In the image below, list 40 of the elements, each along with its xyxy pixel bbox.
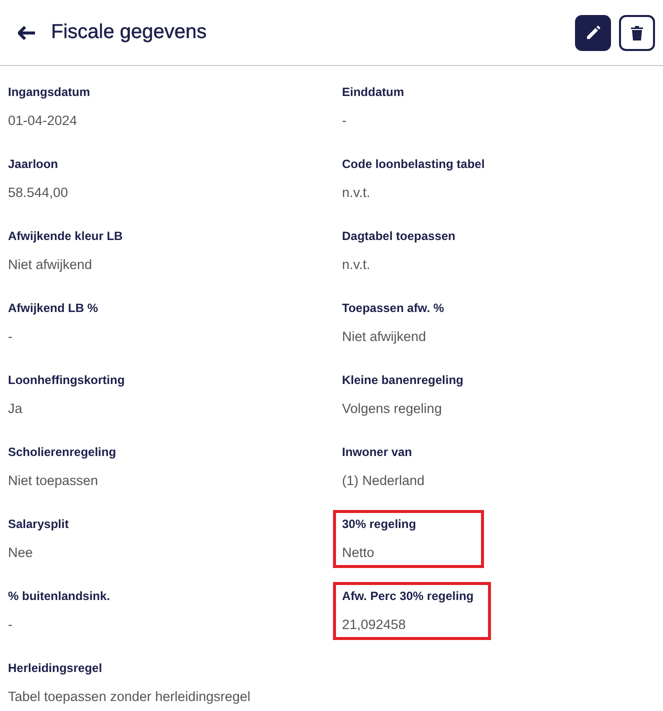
field-value: 21,092458 — [342, 617, 407, 633]
delete-button[interactable] — [619, 14, 655, 50]
field-label: Dagtabel toepassen — [342, 228, 456, 244]
field-value: n.v.t. — [342, 257, 372, 273]
field-value: (1) Nederland — [342, 473, 426, 489]
field-label: Salarysplit — [8, 516, 70, 532]
field-label: Code loonbelasting tabel — [342, 156, 485, 172]
field-label: Ingangsdatum — [8, 84, 92, 100]
field-value: Niet toepassen — [8, 473, 100, 489]
field-value: Volgens regeling — [342, 401, 443, 417]
field-value: 01-04-2024 — [8, 113, 78, 129]
field-label: Afwijkend LB % — [8, 300, 100, 316]
back-arrow-icon[interactable] — [18, 26, 36, 40]
field-value: Netto — [342, 545, 376, 561]
field-label: Toepassen afw. % — [342, 300, 446, 316]
field-label: Herleidingsregel — [8, 660, 104, 676]
field-label: Kleine banenregeling — [342, 372, 464, 388]
field-value: - — [8, 329, 14, 345]
trash-icon — [630, 24, 644, 40]
field-label: 30% regeling — [342, 516, 418, 532]
field-value: - — [342, 113, 348, 129]
field-value: n.v.t. — [342, 185, 372, 201]
field-label: Inwoner van — [342, 444, 414, 460]
field-value: Niet afwijkend — [8, 257, 94, 273]
field-value: - — [8, 617, 14, 633]
field-value: Nee — [8, 545, 34, 561]
field-label: Afw. Perc 30% regeling — [342, 588, 474, 604]
field-label: Scholierenregeling — [8, 444, 118, 460]
field-value: Ja — [8, 401, 24, 417]
field-label: Loonheffingskorting — [8, 372, 126, 388]
field-label: Afwijkende kleur LB — [8, 228, 124, 244]
field-label: Jaarloon — [8, 156, 60, 172]
pencil-icon — [585, 24, 601, 40]
field-value: 58.544,00 — [8, 185, 70, 201]
page-title: Fiscale gegevens — [51, 21, 207, 44]
edit-button[interactable] — [575, 14, 611, 50]
field-label: Einddatum — [342, 84, 405, 100]
field-label: % buitenlandsink. — [8, 588, 112, 604]
field-value: Tabel toepassen zonder herleidingsregel — [8, 689, 250, 705]
field-value: Niet afwijkend — [342, 329, 428, 345]
